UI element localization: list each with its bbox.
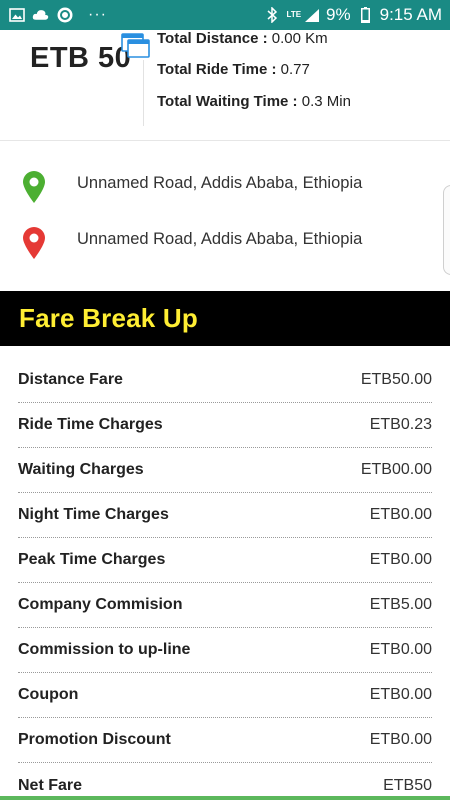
side-drawer-handle[interactable]: [443, 185, 450, 275]
trip-summary: ETB 50 Total Distance : 0.00 Km Total Ri…: [0, 30, 450, 141]
cloud-icon: [32, 8, 49, 23]
fare-row-label: Distance Fare: [18, 371, 123, 388]
signal-icon: [303, 8, 320, 23]
fare-row-distance-fare: Distance Fare ETB50.00: [18, 358, 432, 403]
fare-row-value: ETB0.23: [369, 416, 432, 433]
fare-breakup-list: Distance Fare ETB50.00 Ride Time Charges…: [18, 358, 432, 800]
pickup-address-text: Unnamed Road, Addis Ababa, Ethiopia: [77, 174, 363, 192]
battery-icon: [357, 7, 374, 23]
fare-row-value: ETB50: [383, 776, 432, 794]
summary-divider: [143, 60, 144, 126]
clock: 9:15 AM: [379, 5, 442, 24]
dropoff-address: Unnamed Road, Addis Ababa, Ethiopia: [0, 224, 450, 264]
total-ride-time: Total Ride Time : 0.77: [157, 61, 310, 78]
image-icon: [8, 8, 25, 23]
battery-percent: 9%: [326, 5, 351, 24]
fare-row-label: Waiting Charges: [18, 461, 144, 478]
more-notifications: ···: [88, 6, 107, 23]
total-waiting-time-value: 0.3 Min: [301, 93, 351, 110]
fare-row-label: Coupon: [18, 686, 79, 703]
pickup-pin-icon: [21, 170, 47, 204]
fare-row-value: ETB0.00: [369, 641, 432, 658]
dropoff-address-text: Unnamed Road, Addis Ababa, Ethiopia: [77, 230, 363, 248]
fare-row-label: Company Commision: [18, 596, 183, 613]
total-distance-label: Total Distance :: [157, 30, 268, 47]
fare-breakup-title: Fare Break Up: [19, 303, 198, 333]
fare-row-night-time-charges: Night Time Charges ETB0.00: [18, 493, 432, 538]
fare-row-label: Ride Time Charges: [18, 416, 163, 433]
fare-row-value: ETB50.00: [360, 371, 432, 388]
fare-amount: ETB 50: [30, 42, 132, 74]
network-type: LTE: [286, 10, 302, 19]
fare-row-coupon: Coupon ETB0.00: [18, 673, 432, 718]
fare-row-value: ETB0.00: [369, 506, 432, 523]
fare-row-peak-time-charges: Peak Time Charges ETB0.00: [18, 538, 432, 583]
fare-row-commission-to-up-line: Commission to up-line ETB0.00: [18, 628, 432, 673]
fare-row-waiting-charges: Waiting Charges ETB00.00: [18, 448, 432, 493]
fare-row-promotion-discount: Promotion Discount ETB0.00: [18, 718, 432, 763]
fare-breakup-header: Fare Break Up: [0, 291, 450, 346]
total-distance: Total Distance : 0.00 Km: [157, 30, 328, 47]
total-distance-value: 0.00 Km: [271, 30, 328, 47]
fare-row-value: ETB00.00: [360, 461, 432, 478]
fare-row-label: Promotion Discount: [18, 731, 171, 748]
pickup-address: Unnamed Road, Addis Ababa, Ethiopia: [0, 168, 450, 208]
total-ride-time-label: Total Ride Time :: [157, 61, 277, 78]
fare-row-value: ETB0.00: [369, 731, 432, 748]
fare-row-label: Night Time Charges: [18, 506, 169, 523]
fare-row-ride-time-charges: Ride Time Charges ETB0.23: [18, 403, 432, 448]
window-icon[interactable]: [121, 33, 151, 59]
fare-row-value: ETB5.00: [369, 596, 432, 613]
total-waiting-time: Total Waiting Time : 0.3 Min: [157, 93, 351, 110]
fare-row-label: Net Fare: [18, 776, 83, 794]
status-bar: ··· LTE 9% 9:15 AM: [0, 0, 450, 30]
total-waiting-time-label: Total Waiting Time :: [157, 93, 298, 110]
fare-row-value: ETB0.00: [369, 551, 432, 568]
fare-row-net-fare: Net Fare ETB50: [18, 763, 432, 800]
fare-row-label: Commission to up-line: [18, 641, 191, 658]
bottom-accent-line: [0, 796, 450, 800]
fare-row-label: Peak Time Charges: [18, 551, 166, 568]
bluetooth-icon: [264, 7, 281, 23]
dropoff-pin-icon: [21, 226, 47, 260]
fare-row-value: ETB0.00: [369, 686, 432, 703]
app-icon: [56, 7, 73, 23]
total-ride-time-value: 0.77: [280, 61, 310, 78]
fare-row-company-commision: Company Commision ETB5.00: [18, 583, 432, 628]
